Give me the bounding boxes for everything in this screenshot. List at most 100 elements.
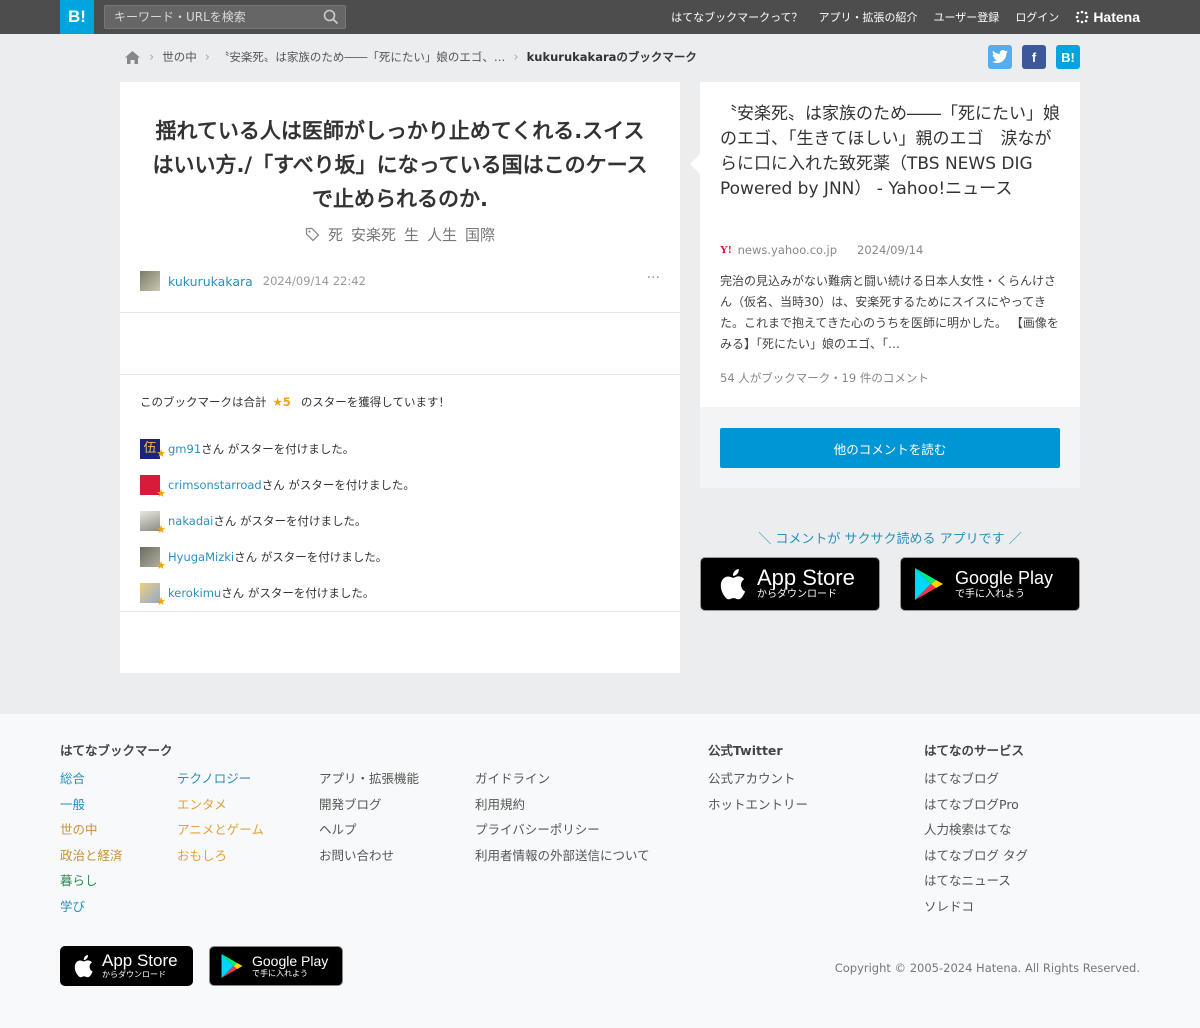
star-action-text: さん がスターを付けました。 [213, 514, 367, 528]
footer-link[interactable]: はてなブログ タグ [924, 843, 1028, 869]
avatar[interactable] [140, 271, 160, 291]
footer-link[interactable]: テクノロジー [177, 766, 264, 792]
footer-twitter-heading: 公式Twitter [708, 743, 783, 758]
list-item: ★ crimsonstarroad さん がスターを付けました。 [140, 467, 415, 503]
star-action-text: さん がスターを付けました。 [261, 478, 415, 492]
divider [120, 611, 680, 612]
footer-links-2: ガイドライン 利用規約 プライバシーポリシー 利用者情報の外部送信について [475, 766, 650, 868]
star-user-name[interactable]: kerokimu [168, 586, 221, 600]
footer-link[interactable]: 人力検索はてな [924, 817, 1028, 843]
footer-link[interactable]: ソレドコ [924, 894, 1028, 920]
chevron-right-icon: › [513, 49, 519, 65]
footer-link[interactable]: 利用規約 [475, 792, 650, 818]
footer-link[interactable]: 暮らし [60, 868, 123, 894]
footer-link[interactable]: はてなブログPro [924, 792, 1028, 818]
tag-item[interactable]: 安楽死 [351, 224, 396, 245]
nav-about[interactable]: はてなブックマークって？ [671, 9, 802, 25]
footer-app-store-button[interactable]: App Store からダウンロード [60, 946, 193, 986]
footer-categories-1: 総合 一般 世の中 政治と経済 暮らし 学び [60, 766, 123, 920]
star-user-name[interactable]: gm91 [168, 442, 201, 456]
google-play-sub: で手に入れよう [955, 589, 1025, 600]
more-options-icon[interactable]: ··· [647, 270, 660, 286]
avatar[interactable]: ★ [140, 583, 166, 608]
footer-link[interactable]: 公式アカウント [708, 766, 808, 792]
search-icon[interactable] [323, 9, 339, 25]
star-user-name[interactable]: nakadai [168, 514, 213, 528]
footer-link[interactable]: はてなニュース [924, 868, 1028, 894]
nav-register[interactable]: ユーザー登録 [934, 9, 1000, 25]
nav-apps[interactable]: アプリ・拡張の紹介 [819, 9, 918, 25]
footer-link[interactable]: エンタメ [177, 792, 264, 818]
avatar[interactable]: ★ [140, 547, 166, 572]
footer-link[interactable]: 政治と経済 [60, 843, 123, 869]
entry-stats[interactable]: 54 人がブックマーク・19 件のコメント [720, 370, 929, 386]
footer-link[interactable]: ヘルプ [319, 817, 419, 843]
tag-item[interactable]: 人生 [427, 224, 457, 245]
bookmark-panel: 揺れている人は医師がしっかり止めてくれる.スイスはいい方./「すべり坂」になって… [120, 82, 680, 673]
star-icon: ★ [156, 559, 166, 572]
tag-item[interactable]: 死 [328, 224, 343, 245]
footer-twitter-links: 公式アカウント ホットエントリー [708, 766, 808, 817]
footer-link[interactable]: アプリ・拡張機能 [319, 766, 419, 792]
chevron-right-icon: › [204, 49, 210, 65]
star-action-text: さん がスターを付けました。 [221, 586, 375, 600]
star-icon: ★ [156, 595, 166, 608]
google-play-label: Google Play [955, 568, 1054, 588]
star-user-name[interactable]: crimsonstarroad [168, 478, 262, 492]
breadcrumb-entry[interactable]: 〝安楽死〟は家族のため――「死にたい」娘のエゴ、… [218, 49, 506, 65]
google-play-icon [915, 568, 943, 600]
entry-description: 完治の見込みがない難病と闘い続ける日本人女性・くらんけさん（仮名、当時30）は、… [720, 274, 1059, 351]
user-name[interactable]: kukurukakara [168, 274, 253, 289]
footer-services-links: はてなブログ はてなブログPro 人力検索はてな はてなブログ タグ はてなニュ… [924, 766, 1028, 920]
bookmark-timestamp[interactable]: 2024/09/14 22:42 [263, 274, 366, 288]
star-user-name[interactable]: HyugaMizki [168, 550, 234, 564]
avatar[interactable]: 伍 ★ [140, 439, 166, 460]
footer-google-play-button[interactable]: Google Play で手に入れよう [209, 946, 343, 986]
footer-link[interactable]: はてなブログ [924, 766, 1028, 792]
footer-link[interactable]: 学び [60, 894, 123, 920]
footer-link[interactable]: 開発ブログ [319, 792, 419, 818]
footer-link[interactable]: ホットエントリー [708, 792, 808, 818]
tag-item[interactable]: 生 [404, 224, 419, 245]
entry-meta: Y! news.yahoo.co.jp 2024/09/14 [720, 243, 923, 257]
hatena-share-button[interactable]: B! [1056, 45, 1080, 69]
list-item: ★ kerokimu さん がスターを付けました。 [140, 575, 415, 611]
footer: はてなブックマーク 総合 一般 世の中 政治と経済 暮らし 学び テクノロジー … [0, 714, 1200, 1028]
google-play-button[interactable]: Google Play で手に入れよう [900, 557, 1080, 611]
avatar[interactable]: ★ [140, 475, 166, 500]
search-input[interactable] [105, 6, 315, 28]
footer-categories-2: テクノロジー エンタメ アニメとゲーム おもしろ [177, 766, 264, 868]
entry-site[interactable]: news.yahoo.co.jp [738, 243, 837, 257]
hatena-link[interactable]: Hatena [1075, 9, 1140, 25]
footer-link[interactable]: 利用者情報の外部送信について [475, 843, 650, 869]
entry-title[interactable]: 〝安楽死〟は家族のため――「死にたい」娘のエゴ、「生きてほしい」親のエゴ 涙なが… [720, 102, 1065, 202]
star-icon: ★ [156, 523, 166, 536]
app-store-sub: からダウンロード [102, 970, 166, 979]
footer-link[interactable]: 世の中 [60, 817, 123, 843]
read-other-comments-button[interactable]: 他のコメントを読む [720, 428, 1060, 468]
footer-link[interactable]: アニメとゲーム [177, 817, 264, 843]
card-notch [690, 154, 700, 174]
hatena-bookmark-logo[interactable]: B! [60, 0, 94, 34]
footer-link[interactable]: 一般 [60, 792, 123, 818]
site-favicon-icon: Y! [720, 244, 732, 256]
footer-link[interactable]: 総合 [60, 766, 123, 792]
nav-login[interactable]: ログイン [1015, 9, 1059, 25]
breadcrumb-category[interactable]: 世の中 [162, 49, 197, 65]
footer-link[interactable]: プライバシーポリシー [475, 817, 650, 843]
read-comments-area: 他のコメントを読む [700, 407, 1080, 488]
avatar[interactable]: ★ [140, 511, 166, 536]
app-store-button[interactable]: App Store からダウンロード [700, 557, 880, 611]
footer-link[interactable]: ガイドライン [475, 766, 650, 792]
home-icon[interactable] [124, 50, 141, 65]
tag-item[interactable]: 国際 [465, 224, 495, 245]
list-item: ★ HyugaMizki さん がスターを付けました。 [140, 539, 415, 575]
footer-link[interactable]: お問い合わせ [319, 843, 419, 869]
google-play-label: Google Play [252, 953, 329, 969]
star-action-text: さん がスターを付けました。 [201, 442, 355, 456]
star-icon: ★ [156, 487, 166, 500]
top-nav: はてなブックマークって？ アプリ・拡張の紹介 ユーザー登録 ログイン Haten… [655, 0, 1140, 34]
facebook-share-button[interactable]: f [1022, 45, 1046, 69]
footer-link[interactable]: おもしろ [177, 843, 264, 869]
twitter-share-button[interactable] [988, 45, 1012, 69]
